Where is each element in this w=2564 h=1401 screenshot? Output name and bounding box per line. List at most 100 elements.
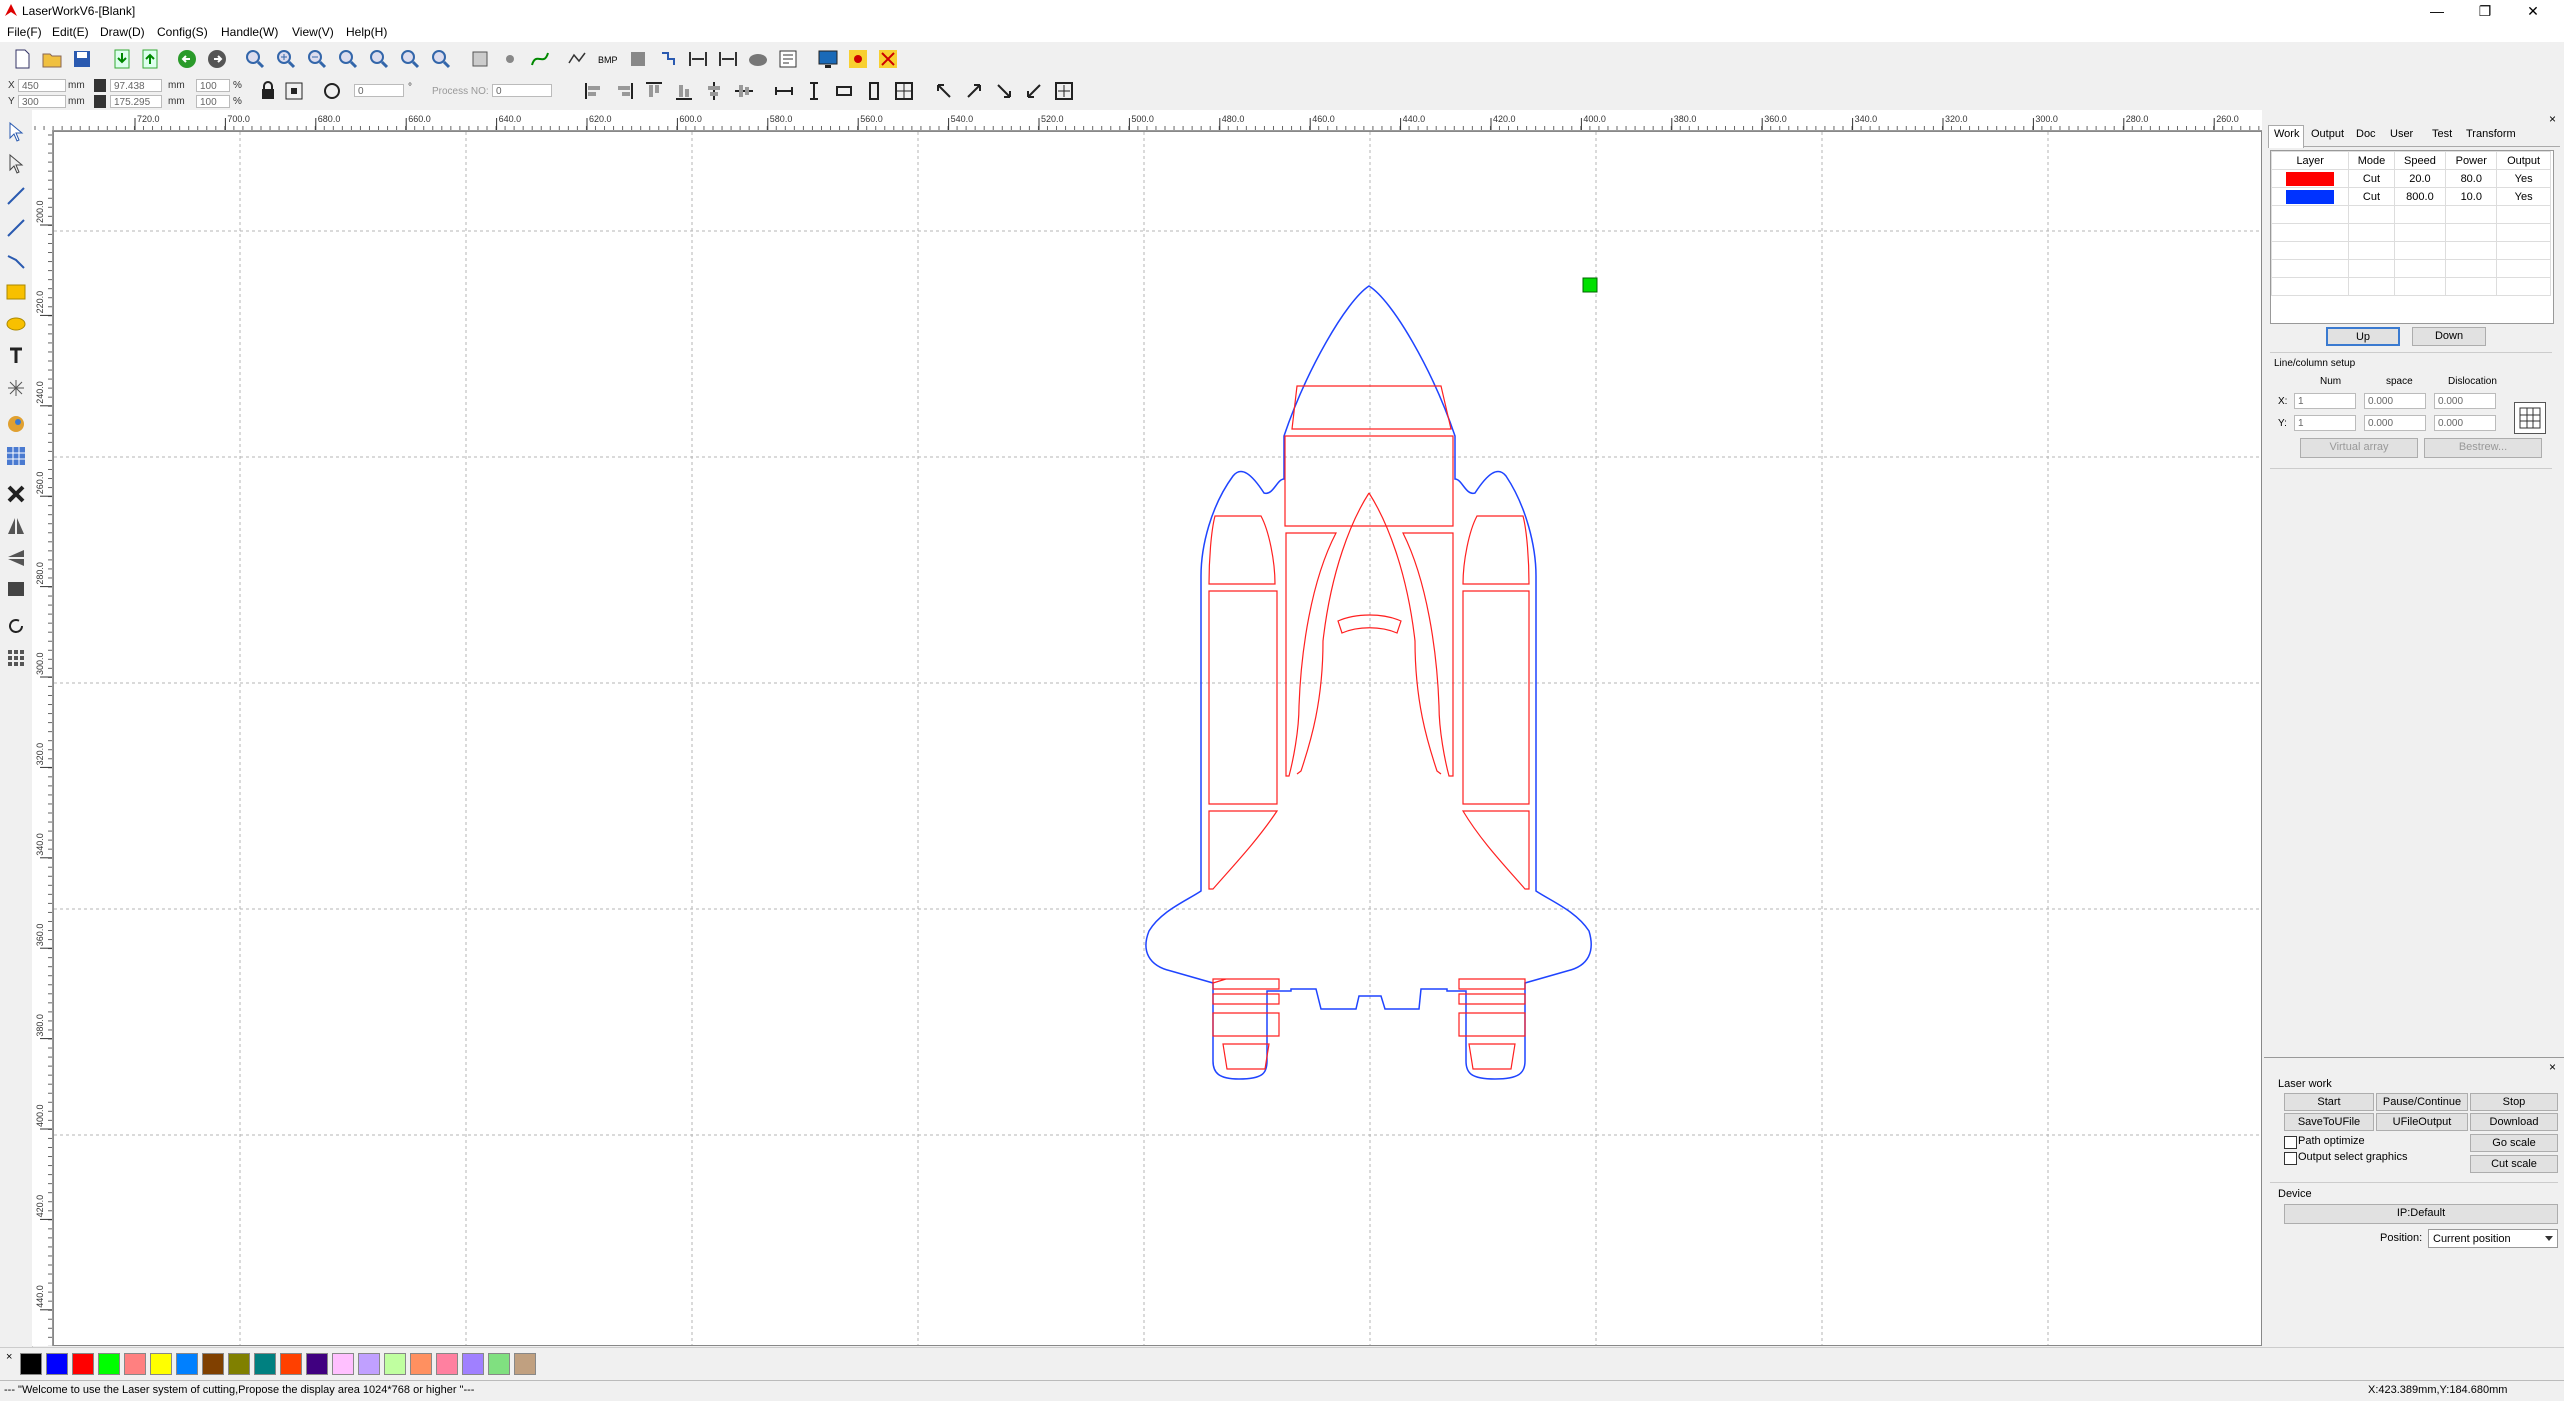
layer-row[interactable]: Cut 20.0 80.0 Yes: [2270, 169, 2551, 188]
array-icon[interactable]: [626, 47, 650, 71]
zoom-selection-icon[interactable]: [367, 47, 391, 71]
device-ip-button[interactable]: IP:Default: [2284, 1204, 2558, 1224]
bestrew-button[interactable]: Bestrew...: [2424, 438, 2542, 458]
scale-y-field[interactable]: 100: [196, 95, 230, 108]
layer-power[interactable]: 80.0: [2445, 169, 2498, 188]
palette-close-icon[interactable]: ×: [6, 1351, 12, 1363]
zoom-all-icon[interactable]: [398, 47, 422, 71]
array-grid-icon[interactable]: [4, 444, 28, 468]
sort-path-icon[interactable]: [656, 47, 680, 71]
width-field[interactable]: 97.438: [110, 79, 162, 92]
height-lock-icon[interactable]: [94, 95, 106, 108]
output-select-checkbox[interactable]: [2284, 1152, 2297, 1165]
array-grid-preview-icon[interactable]: [2514, 402, 2546, 434]
process-no-field[interactable]: 0: [492, 84, 552, 97]
tab-output[interactable]: Output: [2311, 128, 2344, 140]
menu-config[interactable]: Config(S): [157, 25, 208, 39]
line-tool-icon[interactable]: [4, 184, 28, 208]
zoom-in-plus-icon[interactable]: [274, 47, 298, 71]
move-bottom-right-icon[interactable]: [992, 79, 1016, 103]
move-bottom-left-icon[interactable]: [1022, 79, 1046, 103]
tab-user[interactable]: User: [2390, 128, 2413, 140]
zoom-out-icon[interactable]: [305, 47, 329, 71]
layer-output[interactable]: Yes: [2496, 187, 2551, 206]
layer-mode[interactable]: Cut: [2348, 169, 2395, 188]
path-optimize-checkbox[interactable]: [2284, 1136, 2297, 1149]
lock-ratio-icon[interactable]: [256, 79, 280, 103]
distribute-v-icon[interactable]: [716, 47, 740, 71]
delete-icon[interactable]: [4, 482, 28, 506]
import-icon[interactable]: [110, 47, 134, 71]
layer-down-button[interactable]: Down: [2412, 327, 2486, 346]
palette-swatch[interactable]: [72, 1353, 94, 1375]
align-top-icon[interactable]: [642, 79, 666, 103]
node-edit-icon[interactable]: [498, 47, 522, 71]
palette-swatch[interactable]: [384, 1353, 406, 1375]
image-import-icon[interactable]: [4, 412, 28, 436]
palette-swatch[interactable]: [124, 1353, 146, 1375]
palette-swatch[interactable]: [410, 1353, 432, 1375]
tab-doc[interactable]: Doc: [2356, 128, 2376, 140]
array-y-space[interactable]: 0.000: [2364, 415, 2426, 431]
position-select[interactable]: Current position: [2428, 1229, 2558, 1248]
zoom-page-icon[interactable]: [336, 47, 360, 71]
zoom-in-icon[interactable]: [243, 47, 267, 71]
y-position-field[interactable]: 300: [18, 95, 66, 108]
zoom-fit-icon[interactable]: [429, 47, 453, 71]
menu-help[interactable]: Help(H): [346, 25, 387, 39]
palette-swatch[interactable]: [150, 1353, 172, 1375]
tab-work[interactable]: Work: [2274, 128, 2299, 140]
array-x-space[interactable]: 0.000: [2364, 393, 2426, 409]
palette-swatch[interactable]: [228, 1353, 250, 1375]
palette-swatch[interactable]: [436, 1353, 458, 1375]
position-anchor-icon[interactable]: [282, 79, 306, 103]
maximize-button[interactable]: ❐: [2462, 0, 2508, 22]
start-button[interactable]: Start: [2284, 1093, 2374, 1111]
laser-head-icon[interactable]: [746, 47, 770, 71]
polyline-tool-icon[interactable]: [4, 216, 28, 240]
vertical-bar-icon[interactable]: [862, 79, 886, 103]
same-height-icon[interactable]: [802, 79, 826, 103]
same-size-icon[interactable]: [832, 79, 856, 103]
mirror-horizontal-icon[interactable]: [4, 514, 28, 538]
node-select-icon[interactable]: [4, 152, 28, 176]
array-x-num[interactable]: 1: [2294, 393, 2356, 409]
new-file-icon[interactable]: [10, 47, 34, 71]
menu-view[interactable]: View(V): [292, 25, 334, 39]
palette-swatch[interactable]: [488, 1353, 510, 1375]
layer-color-blue[interactable]: [2286, 189, 2335, 204]
go-scale-button[interactable]: Go scale: [2470, 1134, 2558, 1152]
palette-swatch[interactable]: [98, 1353, 120, 1375]
rotate-angle-field[interactable]: 0: [354, 84, 404, 97]
layer-order-icon[interactable]: [4, 578, 28, 602]
ufile-output-button[interactable]: UFileOutput: [2376, 1113, 2468, 1131]
panel-close-icon[interactable]: ×: [2549, 112, 2556, 126]
minimize-button[interactable]: —: [2414, 0, 2460, 22]
layer-power[interactable]: 10.0: [2445, 187, 2498, 206]
menu-edit[interactable]: Edit(E): [52, 25, 89, 39]
align-vcenter-icon[interactable]: [732, 79, 756, 103]
select-rect-icon[interactable]: [468, 47, 492, 71]
download-button[interactable]: Download: [2470, 1113, 2558, 1131]
array-x-dislocation[interactable]: 0.000: [2434, 393, 2496, 409]
shuttle-interior-cuts[interactable]: [1208, 385, 1530, 1070]
same-width-icon[interactable]: [772, 79, 796, 103]
layer-output[interactable]: Yes: [2496, 169, 2551, 188]
rotate-tool-icon[interactable]: [4, 614, 28, 638]
cut-scale-button[interactable]: Cut scale: [2470, 1155, 2558, 1173]
drawing-canvas[interactable]: [53, 131, 2262, 1346]
move-center-icon[interactable]: [1052, 79, 1076, 103]
array-y-num[interactable]: 1: [2294, 415, 2356, 431]
ellipse-tool-icon[interactable]: [4, 312, 28, 336]
bitmap-icon[interactable]: BMP: [596, 47, 620, 71]
move-top-right-icon[interactable]: [962, 79, 986, 103]
layer-mode[interactable]: Cut: [2348, 187, 2395, 206]
rotate-icon[interactable]: [320, 79, 344, 103]
smooth-curve-icon[interactable]: [566, 47, 590, 71]
save-to-ufile-button[interactable]: SaveToUFile: [2284, 1113, 2374, 1131]
palette-swatch[interactable]: [358, 1353, 380, 1375]
redo-icon[interactable]: [205, 47, 229, 71]
palette-swatch[interactable]: [202, 1353, 224, 1375]
properties-icon[interactable]: [776, 47, 800, 71]
curve-tool-icon[interactable]: [528, 47, 552, 71]
